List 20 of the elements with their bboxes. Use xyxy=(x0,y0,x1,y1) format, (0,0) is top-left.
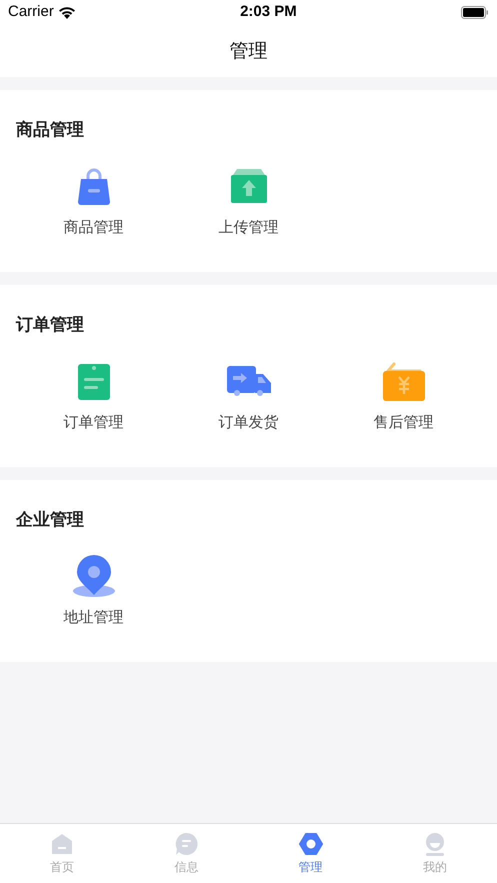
menu-label[interactable]: 上传管理 xyxy=(218,216,278,238)
menu-label[interactable]: 地址管理 xyxy=(64,606,124,628)
tab-button[interactable]: 管理 xyxy=(248,832,373,876)
menu-label[interactable]: 订单管理 xyxy=(64,411,124,433)
section-title: 企业管理 xyxy=(16,509,84,532)
page-title: 管理 xyxy=(230,38,268,64)
carrier-text: Carrier xyxy=(8,2,54,22)
location-pin-icon[interactable] xyxy=(72,555,116,599)
menu-label[interactable]: 订单发货 xyxy=(218,411,278,433)
settings-icon xyxy=(298,832,323,856)
battery-icon xyxy=(460,6,489,19)
home-icon xyxy=(50,832,74,856)
chat-icon xyxy=(174,832,198,856)
wallet-icon[interactable] xyxy=(382,361,426,403)
menu-label[interactable]: 售后管理 xyxy=(374,411,434,433)
section-title: 订单管理 xyxy=(16,314,84,337)
time-text: 2:03 PM xyxy=(240,2,297,22)
menu-label[interactable]: 商品管理 xyxy=(64,216,124,238)
wifi-icon xyxy=(58,6,76,19)
section-title: 商品管理 xyxy=(16,119,84,142)
